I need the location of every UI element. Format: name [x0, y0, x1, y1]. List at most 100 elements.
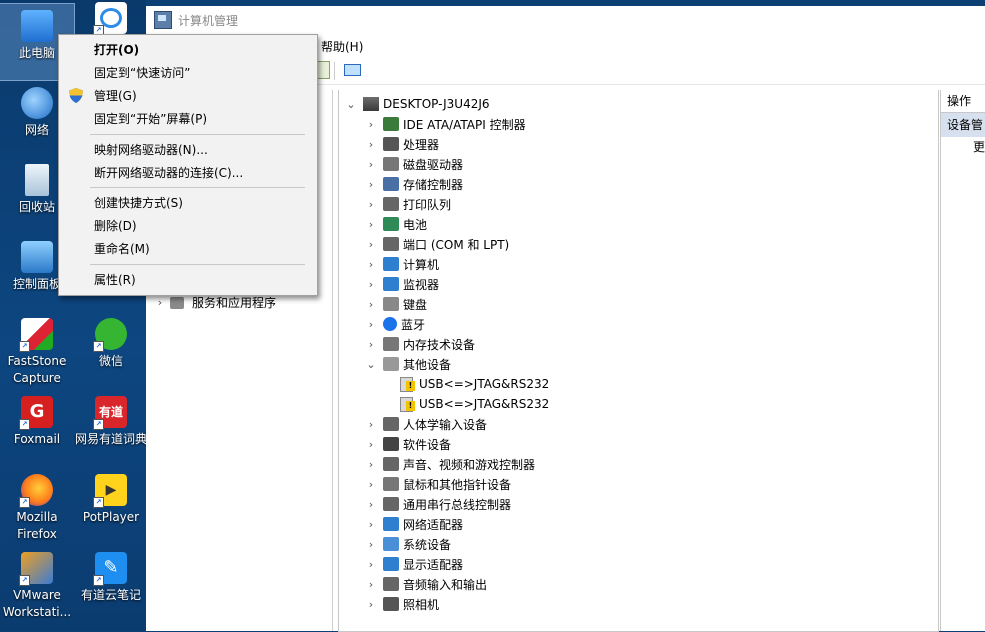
chevron-right-icon[interactable]: › — [365, 158, 377, 171]
print-queue-icon — [383, 197, 399, 211]
desktop-icon-baidu-netdisk[interactable]: ↗ — [74, 0, 148, 36]
device-category[interactable]: › 电池 — [365, 214, 427, 234]
desktop-icon-faststone[interactable]: ↗ FastStone Capture — [0, 312, 74, 388]
chevron-down-icon[interactable]: ⌄ — [345, 98, 357, 111]
network-icon — [21, 87, 53, 119]
menu-item-delete[interactable]: 删除(D) — [59, 215, 317, 237]
chevron-right-icon[interactable]: › — [365, 298, 377, 311]
chevron-right-icon[interactable]: › — [365, 278, 377, 291]
desktop-icon-firefox[interactable]: ↗ Mozilla Firefox — [0, 468, 74, 544]
chevron-right-icon[interactable]: › — [365, 458, 377, 471]
menu-item-pin-start[interactable]: 固定到“开始”屏幕(P) — [59, 108, 317, 130]
device-category[interactable]: › 软件设备 — [365, 434, 451, 454]
device-item[interactable]: USB<=>JTAG&RS232 — [399, 374, 549, 394]
chevron-right-icon[interactable]: › — [365, 578, 377, 591]
device-label: 软件设备 — [403, 437, 452, 452]
desktop-icon-wechat[interactable]: ↗ 微信 — [74, 312, 148, 388]
device-category[interactable]: › 键盘 — [365, 294, 427, 314]
chevron-right-icon[interactable]: › — [365, 558, 377, 571]
chevron-down-icon[interactable]: ⌄ — [365, 358, 377, 371]
desktop-icon-youdao-dict[interactable]: 有道 ↗ 网易有道词典 — [74, 390, 148, 466]
monitor-icon[interactable] — [342, 61, 362, 79]
device-category[interactable]: › IDE ATA/ATAPI 控制器 — [365, 114, 526, 134]
device-category[interactable]: › 网络适配器 — [365, 514, 463, 534]
computer-management-icon — [154, 11, 172, 29]
desktop-icon-vmware[interactable]: ↗ VMware Workstati... — [0, 546, 74, 626]
desktop-icon-label: Mozilla Firefox — [16, 510, 58, 541]
desktop-icon-foxmail[interactable]: G ↗ Foxmail — [0, 390, 74, 466]
desktop-icon-label: Foxmail — [13, 432, 61, 446]
device-category[interactable]: › 内存技术设备 — [365, 334, 475, 354]
menu-item-manage[interactable]: 管理(G) — [59, 85, 317, 107]
device-label: USB<=>JTAG&RS232 — [419, 377, 550, 391]
device-category[interactable]: › 系统设备 — [365, 534, 451, 554]
device-category[interactable]: › 通用串行总线控制器 — [365, 494, 511, 514]
context-menu: 打开(O) 固定到“快速访问” 管理(G) 固定到“开始”屏幕(P) 映射网络驱… — [58, 34, 318, 296]
device-label: IDE ATA/ATAPI 控制器 — [403, 117, 526, 132]
desktop-icon-potplayer[interactable]: ▶ ↗ PotPlayer — [74, 468, 148, 544]
device-manager-pane: ⌄ DESKTOP-J3U42J6 › IDE ATA/ATAPI 控制器 › 处理器… — [338, 90, 939, 632]
device-label: 系统设备 — [403, 537, 452, 552]
chevron-right-icon[interactable]: › — [365, 258, 377, 271]
chevron-right-icon[interactable]: › — [365, 138, 377, 151]
chevron-right-icon[interactable]: › — [365, 538, 377, 551]
actions-selected-item[interactable]: 设备管 — [941, 113, 985, 137]
chevron-right-icon[interactable]: › — [365, 318, 377, 331]
desktop-icon-label: 网络 — [24, 123, 49, 137]
device-category[interactable]: › 显示适配器 — [365, 554, 463, 574]
device-category[interactable]: › 人体学输入设备 — [365, 414, 487, 434]
desktop-icon-label: 微信 — [98, 354, 123, 368]
chevron-right-icon[interactable]: › — [365, 598, 377, 611]
memory-device-icon — [383, 337, 399, 351]
device-category[interactable]: › 处理器 — [365, 134, 439, 154]
device-category[interactable]: › 照相机 — [365, 594, 439, 614]
tree-item-services[interactable]: › 服务和应用程序 — [154, 294, 276, 311]
chevron-right-icon[interactable]: › — [365, 478, 377, 491]
device-category[interactable]: › 端口 (COM 和 LPT) — [365, 234, 509, 254]
chevron-right-icon[interactable]: › — [154, 296, 166, 309]
chevron-right-icon[interactable]: › — [365, 198, 377, 211]
chevron-right-icon[interactable]: › — [365, 418, 377, 431]
menu-item-create-shortcut[interactable]: 创建快捷方式(S) — [59, 192, 317, 214]
menu-item-properties[interactable]: 属性(R) — [59, 269, 317, 291]
device-category[interactable]: › 监视器 — [365, 274, 439, 294]
device-label: 处理器 — [403, 137, 440, 152]
device-category[interactable]: ⌄ 其他设备 — [365, 354, 451, 374]
menu-item-map-drive[interactable]: 映射网络驱动器(N)... — [59, 139, 317, 161]
chevron-right-icon[interactable]: › — [365, 518, 377, 531]
device-item[interactable]: USB<=>JTAG&RS232 — [399, 394, 549, 414]
chevron-right-icon[interactable]: › — [365, 438, 377, 451]
device-label: 其他设备 — [403, 357, 452, 372]
menu-item-disconnect-drive[interactable]: 断开网络驱动器的连接(C)... — [59, 162, 317, 184]
device-category[interactable]: › 鼠标和其他指针设备 — [365, 474, 511, 494]
desktop-icon-youdao-note[interactable]: ✎ ↗ 有道云笔记 — [74, 546, 148, 622]
chevron-right-icon[interactable]: › — [365, 118, 377, 131]
device-category[interactable]: › 磁盘驱动器 — [365, 154, 463, 174]
device-category[interactable]: › 存储控制器 — [365, 174, 463, 194]
port-icon — [383, 237, 399, 251]
actions-more-link[interactable]: 更 — [941, 137, 985, 157]
chevron-right-icon[interactable]: › — [365, 238, 377, 251]
desktop-icon-label: 有道云笔记 — [80, 588, 141, 602]
hid-icon — [383, 417, 399, 431]
device-category[interactable]: › 打印队列 — [365, 194, 451, 214]
chevron-right-icon[interactable]: › — [365, 218, 377, 231]
menu-separator — [90, 134, 305, 135]
device-label: 声音、视频和游戏控制器 — [403, 457, 536, 472]
chevron-right-icon[interactable]: › — [365, 338, 377, 351]
device-category[interactable]: › 音频输入和输出 — [365, 574, 487, 594]
tree-root[interactable]: ⌄ DESKTOP-J3U42J6 — [345, 94, 490, 114]
device-category[interactable]: › 计算机 — [365, 254, 439, 274]
menu-item-rename[interactable]: 重命名(M) — [59, 238, 317, 260]
chevron-right-icon[interactable]: › — [365, 178, 377, 191]
monitor-icon — [383, 277, 399, 291]
tree-root-label: DESKTOP-J3U42J6 — [383, 97, 490, 111]
menu-help[interactable]: 帮助(H) — [321, 38, 363, 55]
device-label: 内存技术设备 — [403, 337, 476, 352]
bluetooth-icon — [383, 317, 397, 331]
menu-item-open[interactable]: 打开(O) — [59, 39, 317, 61]
device-category[interactable]: › 蓝牙 — [365, 314, 425, 334]
chevron-right-icon[interactable]: › — [365, 498, 377, 511]
device-category[interactable]: › 声音、视频和游戏控制器 — [365, 454, 535, 474]
menu-item-pin-quick-access[interactable]: 固定到“快速访问” — [59, 62, 317, 84]
